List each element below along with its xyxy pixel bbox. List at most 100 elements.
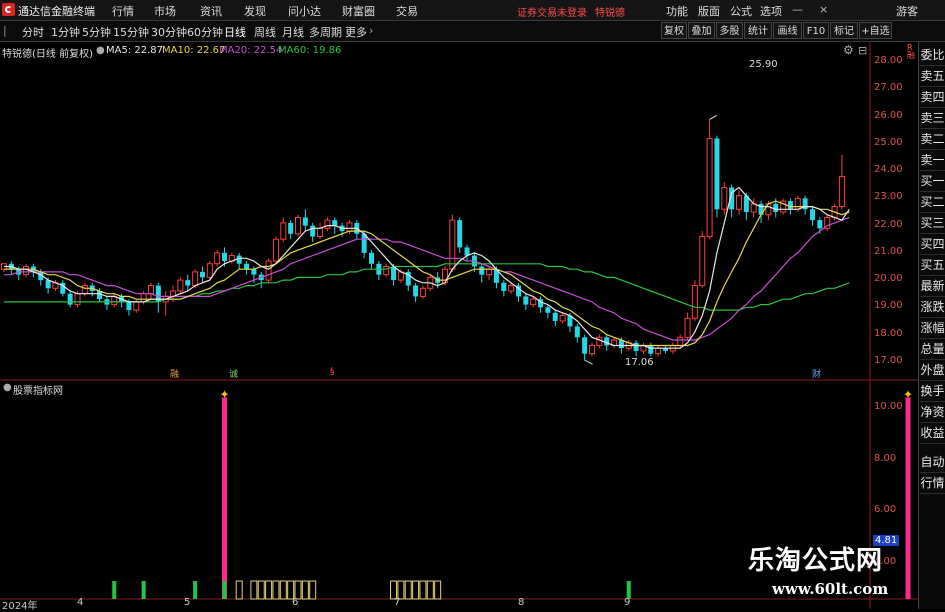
guest-label[interactable]: 游客 — [896, 3, 918, 19]
side-button[interactable]: 买一 — [920, 172, 945, 192]
menu-item-gongneng[interactable]: 功能 — [666, 3, 688, 19]
app-title: 通达信金融终端 — [18, 5, 95, 18]
tab-multi-period[interactable]: 多周期 — [309, 24, 342, 40]
box-bar — [272, 580, 280, 600]
low-price-label: 17.06 — [625, 357, 654, 368]
buy-bar — [141, 581, 146, 599]
overlay-button[interactable]: 叠加 — [688, 22, 715, 39]
chart-area[interactable]: ✦ ✦ — [0, 42, 918, 609]
tab-daily[interactable]: 日线 — [224, 24, 246, 40]
date-label-jul: 7 — [394, 597, 401, 608]
buy-bar — [222, 581, 227, 599]
candle-body — [244, 263, 250, 270]
tab-1min[interactable]: 1分钟 — [51, 24, 80, 40]
side-button[interactable]: 行情 — [920, 474, 945, 494]
side-button[interactable]: 卖三 — [920, 109, 945, 129]
side-button[interactable]: 卖五 — [920, 67, 945, 87]
ma60-label: MA60: 19.86 — [278, 45, 342, 56]
side-button[interactable]: 换手 — [920, 382, 945, 402]
signal-bar — [222, 397, 227, 599]
candle-body — [206, 263, 213, 278]
menu-item-shichang[interactable]: 市场 — [154, 3, 176, 19]
settings-icon[interactable]: ⚙ — [843, 43, 854, 57]
candle-body — [589, 344, 595, 355]
price-tick-label: 26.00 — [874, 109, 903, 121]
candle-body — [369, 252, 374, 264]
menu-item-gongshi[interactable]: 公式 — [730, 3, 752, 19]
tab-weekly[interactable]: 周线 — [254, 24, 276, 40]
side-button[interactable]: 自动 — [920, 453, 945, 473]
indicator-tick-label: 8.00 — [874, 452, 897, 464]
minimize-button[interactable]: — — [792, 3, 803, 16]
window-close-button[interactable]: × — [819, 3, 828, 16]
tab-30min[interactable]: 30分钟 — [151, 24, 187, 40]
side-button[interactable]: 涨跌 — [920, 298, 945, 318]
candle-body — [265, 260, 272, 281]
side-button[interactable]: 最新 — [920, 277, 945, 297]
tab-fenshi[interactable]: 分时 — [22, 24, 44, 40]
menu-item-xuanxiang[interactable]: 选项 — [760, 3, 782, 19]
add-watchlist-button[interactable]: +自选 — [859, 22, 892, 39]
side-button[interactable]: 卖四 — [920, 88, 945, 108]
event-mark-rong[interactable]: 融 — [170, 367, 179, 380]
tab-monthly[interactable]: 月线 — [282, 24, 304, 40]
menu-item-faxian[interactable]: 发现 — [244, 3, 266, 19]
tab-more[interactable]: 更多 — [345, 24, 367, 40]
menu-item-hangqing[interactable]: 行情 — [112, 3, 134, 19]
right-sidebar: 委比 卖五 卖四 卖三 卖二 卖一 买一 买二 买三 买四 买五 最新 涨跌 涨幅 总量 外盘 换手 净资 收益自动… — [918, 42, 945, 609]
event-mark-para[interactable]: § — [330, 367, 335, 377]
mark-button[interactable]: 标记 — [830, 22, 858, 39]
login-notice[interactable]: 证券交易未登录 — [517, 4, 587, 19]
tab-60min[interactable]: 60分钟 — [187, 24, 223, 40]
menu-item-wenxiaoda[interactable]: 问小达 — [288, 3, 321, 19]
tab-5min[interactable]: 5分钟 — [82, 24, 111, 40]
side-button[interactable]: 卖二 — [920, 130, 945, 150]
side-button[interactable]: 卖一 — [920, 151, 945, 171]
stats-button[interactable]: 统计 — [744, 22, 772, 39]
side-button[interactable]: 收益 — [920, 424, 945, 444]
menu-item-jiaoyi[interactable]: 交易 — [396, 3, 418, 19]
price-tick-label: 23.00 — [874, 191, 903, 203]
candle-body — [449, 219, 456, 270]
event-mark-cai[interactable]: 财 — [812, 367, 821, 380]
candle-body — [677, 336, 684, 346]
candle-body — [721, 186, 728, 210]
fuquan-button[interactable]: 复权 — [661, 22, 687, 39]
tab-15min[interactable]: 15分钟 — [113, 24, 149, 40]
date-label-year: 2024年 — [2, 601, 38, 612]
side-button[interactable]: 买二 — [920, 193, 945, 213]
side-button[interactable]: 总量 — [920, 340, 945, 360]
buy-bar — [193, 581, 198, 599]
event-mark-cheng[interactable]: 诚 — [229, 367, 238, 380]
price-tick-label: 19.00 — [874, 300, 903, 312]
settings-dot-icon[interactable]: ● — [96, 45, 105, 56]
side-button[interactable]: 买四 — [920, 235, 945, 255]
multi-stock-button[interactable]: 多股 — [716, 22, 743, 39]
candle-body — [691, 285, 698, 319]
collapse-icon[interactable]: ⊟ — [858, 44, 867, 57]
stock-title: 特锐德(日线 前复权) — [2, 49, 93, 60]
sidebar-toggle-icon[interactable]: | — [3, 24, 7, 37]
side-button[interactable]: 外盘 — [920, 361, 945, 381]
side-button[interactable]: 买三 — [920, 214, 945, 234]
price-tick-label: 24.00 — [874, 164, 903, 176]
menu-item-caifuquan[interactable]: 财富圈 — [342, 3, 375, 19]
ma5-line — [4, 186, 850, 349]
candle-body — [552, 312, 558, 321]
candle-body — [185, 280, 191, 286]
menu-item-zixun[interactable]: 资讯 — [200, 3, 222, 19]
f10-button[interactable]: F10 — [803, 22, 829, 39]
menu-item-banmian[interactable]: 版面 — [698, 3, 720, 19]
side-button[interactable]: 净资 — [920, 403, 945, 423]
box-bar — [265, 580, 273, 600]
indicator-settings-icon[interactable]: ● — [3, 382, 12, 393]
candle-body — [633, 342, 639, 351]
candle-body — [457, 220, 463, 248]
box-bar — [257, 580, 265, 600]
side-button[interactable]: 涨幅 — [920, 319, 945, 339]
draw-line-button[interactable]: 画线 — [773, 22, 802, 39]
chevron-right-icon[interactable]: › — [369, 24, 373, 37]
candle-body — [81, 285, 88, 295]
side-button[interactable]: 买五 — [920, 256, 945, 276]
side-button[interactable]: 委比 — [920, 46, 945, 66]
